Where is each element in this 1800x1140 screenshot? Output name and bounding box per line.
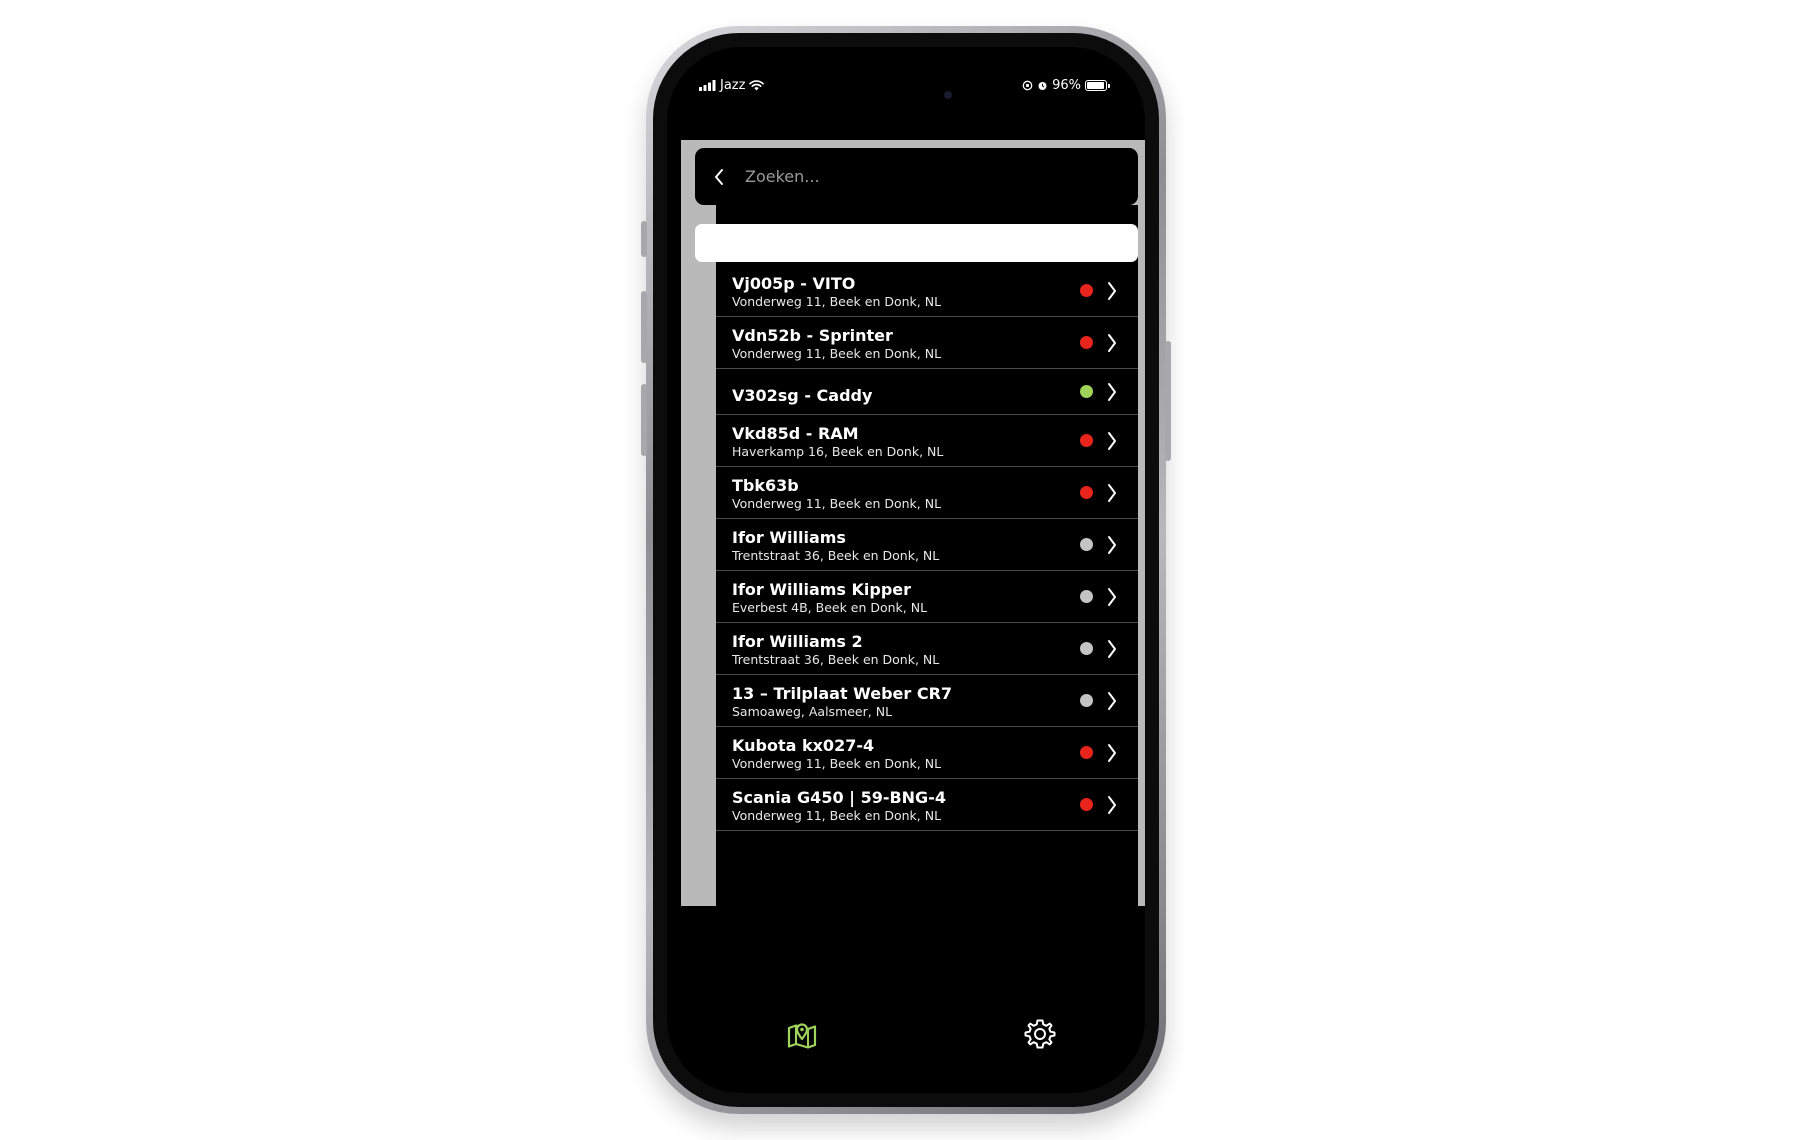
- item-text: Ifor Williams Kipper Everbest 4B, Beek en…: [732, 580, 1068, 616]
- chevron-right-icon: [1108, 744, 1116, 762]
- chevron-right-icon: [1108, 484, 1116, 502]
- vehicle-name: 13 – Trilplaat Weber CR7: [732, 684, 953, 703]
- list-item[interactable]: Ifor Williams Trentstraat 36, Beek en Don…: [716, 519, 1138, 571]
- location-lock-icon: [1022, 80, 1033, 91]
- item-text: Ifor Williams Trentstraat 36, Beek en Don…: [732, 528, 1068, 564]
- vehicle-address: Everbest 4B, Beek en Donk, NL: [732, 600, 928, 615]
- chevron-right-icon: [1108, 640, 1116, 658]
- battery-percent: 96%: [1052, 78, 1081, 93]
- vehicle-name: Ifor Williams Kipper: [732, 580, 912, 599]
- item-text: Ifor Williams 2 Trentstraat 36, Beek en D…: [732, 632, 1068, 668]
- wifi-icon: [749, 80, 765, 91]
- filter-field[interactable]: [695, 224, 1138, 262]
- vehicle-name: Tbk63b: [732, 476, 799, 495]
- tab-bar: [667, 1017, 1145, 1067]
- signal-icon: [699, 80, 716, 91]
- chevron-right-icon: [1108, 383, 1116, 401]
- status-dot: [1080, 486, 1093, 499]
- app-content: Vj005p - VITOVonderweg 11, Beek en Donk,…: [681, 140, 1145, 906]
- power-button: [1165, 341, 1171, 461]
- carrier-label: Jazz: [720, 78, 746, 93]
- vehicle-address: Vonderweg 11, Beek en Donk, NL: [732, 496, 942, 511]
- vehicle-address: Vonderweg 11, Beek en Donk, NL: [732, 346, 942, 361]
- search-bar: [695, 148, 1138, 205]
- status-dot: [1080, 590, 1093, 603]
- camera-icon: [944, 91, 952, 99]
- vehicle-address: Vonderweg 11, Beek en Donk, NL: [732, 756, 942, 771]
- vehicle-address: Samoaweg, Aalsmeer, NL: [732, 704, 893, 719]
- list-item[interactable]: Kubota kx027-4 Vonderweg 11, Beek en Donk…: [716, 727, 1138, 779]
- vehicle-name: Ifor Williams 2: [732, 632, 863, 651]
- list-item[interactable]: Ifor Williams Kipper Everbest 4B, Beek en…: [716, 571, 1138, 623]
- chevron-left-icon: [715, 168, 723, 185]
- status-dot: [1080, 642, 1093, 655]
- dynamic-island: [832, 75, 970, 115]
- item-text: Tbk63b Vonderweg 11, Beek en Donk, NL: [732, 476, 1068, 512]
- battery-icon: [1085, 80, 1110, 91]
- list-item[interactable]: Ifor Williams 2 Trentstraat 36, Beek en D…: [716, 623, 1138, 675]
- vehicle-name: Ifor Williams: [732, 528, 846, 547]
- list-item[interactable]: Tbk63b Vonderweg 11, Beek en Donk, NL: [716, 467, 1138, 519]
- vehicle-name: V302sg - Caddy: [732, 386, 873, 405]
- vehicle-address: Vonderweg 11, Beek en Donk, NL: [732, 808, 942, 823]
- volume-down-button: [641, 384, 647, 456]
- status-dot: [1080, 538, 1093, 551]
- phone-frame: Jazz 96% Zoeken... Vj005p - VITO Vonderw…: [641, 26, 1171, 1114]
- item-text: Vkd85d - RAM Haverkamp 16, Beek en Donk, …: [732, 424, 1068, 460]
- vehicle-name: Kubota kx027-4: [732, 736, 875, 755]
- list-item[interactable]: Vj005p - VITO Vonderweg 11, Beek en Donk,…: [716, 265, 1138, 317]
- vehicle-name: Scania G450 | 59-BNG-4: [732, 788, 946, 807]
- chevron-right-icon: [1108, 432, 1116, 450]
- silent-switch: [641, 221, 647, 257]
- alarm-icon: [1038, 82, 1047, 90]
- vehicle-address: Trentstraat 36, Beek en Donk, NL: [732, 548, 940, 563]
- item-text: 13 – Trilplaat Weber CR7 Samoaweg, Aalsme…: [732, 684, 1068, 720]
- item-text: Vdn52b - Sprinter Vonderweg 11, Beek en D…: [732, 326, 1068, 362]
- phone-bezel: Jazz 96% Zoeken... Vj005p - VITO Vonderw…: [653, 33, 1159, 1107]
- status-dot: [1080, 694, 1093, 707]
- chevron-right-icon: [1108, 536, 1116, 554]
- item-text: V302sg - Caddy: [732, 386, 1068, 406]
- status-dot: [1080, 798, 1093, 811]
- map-icon: [787, 1023, 817, 1049]
- back-button[interactable]: [699, 148, 739, 205]
- list-item[interactable]: 13 – Trilplaat Weber CR7 Samoaweg, Aalsme…: [716, 675, 1138, 727]
- status-dot: [1080, 284, 1093, 297]
- tab-map[interactable]: [785, 1017, 819, 1051]
- vehicle-name: Vj005p - VITO: [732, 274, 856, 293]
- item-text: Scania G450 | 59-BNG-4 Vonderweg 11, Beek…: [732, 788, 1068, 824]
- search-input[interactable]: [739, 167, 1138, 186]
- item-text: Vj005p - VITO Vonderweg 11, Beek en Donk,…: [732, 274, 1068, 310]
- screen: Jazz 96% Zoeken... Vj005p - VITO Vonderw…: [667, 47, 1145, 1093]
- chevron-right-icon: [1108, 334, 1116, 352]
- status-dot: [1080, 746, 1093, 759]
- gear-icon: [1024, 1019, 1056, 1049]
- chevron-right-icon: [1108, 588, 1116, 606]
- status-bar: Jazz 96%: [667, 47, 1145, 115]
- list-item[interactable]: Vdn52b - Sprinter Vonderweg 11, Beek en D…: [716, 317, 1138, 369]
- vehicle-name: Vdn52b - Sprinter: [732, 326, 893, 345]
- item-text: Kubota kx027-4 Vonderweg 11, Beek en Donk…: [732, 736, 1068, 772]
- status-dot: [1080, 434, 1093, 447]
- volume-up-button: [641, 291, 647, 363]
- vehicle-address: Haverkamp 16, Beek en Donk, NL: [732, 444, 944, 459]
- chevron-right-icon: [1108, 796, 1116, 814]
- list-item[interactable]: Scania G450 | 59-BNG-4 Vonderweg 11, Beek…: [716, 779, 1138, 831]
- list-item[interactable]: V302sg - Caddy: [716, 369, 1138, 415]
- vehicle-address: Trentstraat 36, Beek en Donk, NL: [732, 652, 940, 667]
- chevron-right-icon: [1108, 692, 1116, 710]
- vehicle-name: Vkd85d - RAM: [732, 424, 859, 443]
- tab-settings[interactable]: [1023, 1017, 1057, 1051]
- vehicle-address: Vonderweg 11, Beek en Donk, NL: [732, 294, 942, 309]
- list-item[interactable]: Vkd85d - RAM Haverkamp 16, Beek en Donk, …: [716, 415, 1138, 467]
- status-dot: [1080, 336, 1093, 349]
- status-dot: [1080, 385, 1093, 398]
- chevron-right-icon: [1108, 282, 1116, 300]
